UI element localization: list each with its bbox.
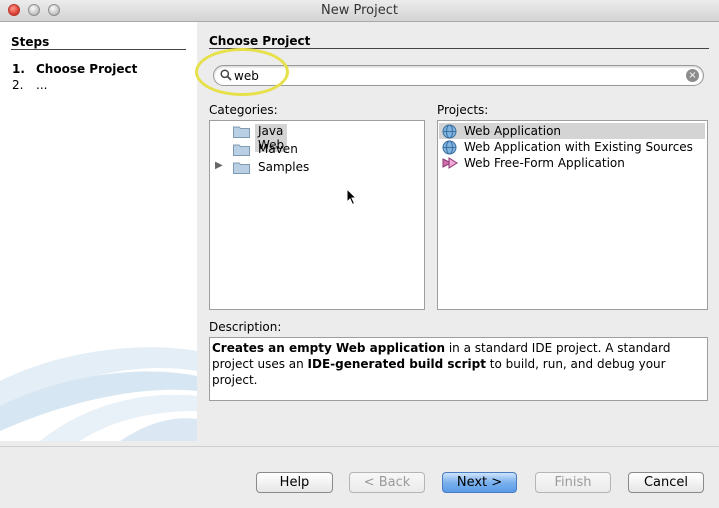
search-field[interactable]: × <box>213 65 704 86</box>
back-button[interactable]: < Back <box>349 472 425 493</box>
page-title: Choose Project <box>209 34 311 48</box>
step-item-next: 2.... <box>12 78 47 92</box>
project-web-application-existing-sources[interactable]: Web Application with Existing Sources <box>439 139 705 155</box>
category-label: Maven <box>258 142 298 156</box>
category-label: Samples <box>258 160 310 174</box>
step-label: Choose Project <box>36 62 138 76</box>
finish-button[interactable]: Finish <box>535 472 611 493</box>
steps-panel: Steps 1. Choose Project 2.... <box>0 22 197 441</box>
help-button[interactable]: Help <box>256 472 333 493</box>
folder-icon <box>233 126 250 138</box>
search-input[interactable] <box>234 68 674 83</box>
cancel-button[interactable]: Cancel <box>628 472 704 493</box>
window-title: New Project <box>321 3 398 18</box>
project-label: Web Application with Existing Sources <box>464 140 693 154</box>
folder-icon <box>233 162 250 174</box>
description-text: Creates an empty Web application in a st… <box>209 337 708 401</box>
mouse-cursor-icon <box>346 188 358 206</box>
freeform-icon <box>442 157 458 169</box>
globe-icon <box>442 124 457 139</box>
search-icon <box>220 69 232 81</box>
projects-list[interactable]: Web Application Web Application with Exi… <box>437 120 708 310</box>
projects-label: Projects: <box>437 103 489 117</box>
project-web-free-form-application[interactable]: Web Free-Form Application <box>439 155 705 171</box>
project-label: Web Application <box>464 124 562 138</box>
footer-divider <box>0 446 719 447</box>
step-number: 2. <box>12 78 24 92</box>
swoosh-decoration <box>0 347 197 441</box>
expand-arrow-icon[interactable]: ▶ <box>215 160 223 171</box>
globe-icon <box>442 140 457 155</box>
step-item-choose-project: 1. Choose Project <box>12 62 137 76</box>
step-number: 1. <box>12 62 25 76</box>
title-bar: New Project <box>0 0 719 22</box>
steps-divider <box>11 49 186 50</box>
description-part: Creates an empty Web application <box>212 341 446 355</box>
step-label: ... <box>36 78 48 92</box>
title-divider <box>209 48 709 49</box>
description-part: IDE-generated build script <box>307 357 486 371</box>
steps-title: Steps <box>11 35 50 49</box>
description-label: Description: <box>209 320 282 334</box>
folder-icon <box>233 144 250 156</box>
categories-label: Categories: <box>209 103 278 117</box>
project-web-application[interactable]: Web Application <box>439 123 705 139</box>
categories-tree[interactable]: Java Web Maven ▶ Samples <box>209 120 425 310</box>
clear-icon[interactable]: × <box>686 69 699 82</box>
next-button[interactable]: Next > <box>442 472 517 493</box>
project-label: Web Free-Form Application <box>464 156 625 170</box>
